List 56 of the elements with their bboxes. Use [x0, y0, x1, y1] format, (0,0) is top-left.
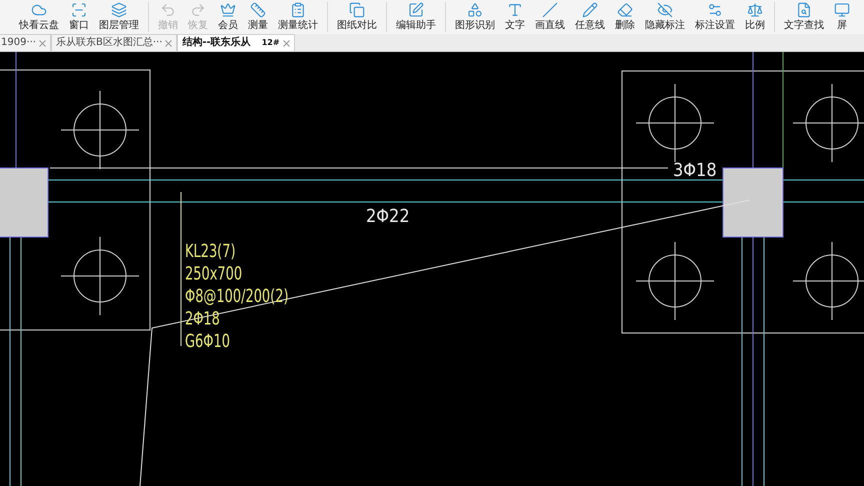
close-icon[interactable]	[282, 40, 290, 46]
toolbar-button[interactable]: 图层管理	[94, 2, 144, 34]
beam-annotation-line: KL23(7)	[185, 240, 236, 262]
document-tab[interactable]: 1909···	[0, 34, 51, 51]
column-block	[0, 168, 48, 238]
settings-icon	[707, 2, 723, 18]
ruler-icon	[250, 2, 266, 18]
toolbar-button[interactable]: 编辑助手	[391, 2, 441, 34]
tab-number: 12#	[262, 38, 280, 48]
tab-label: 结构--联东乐从	[182, 37, 251, 49]
toolbar-button[interactable]: 屏	[829, 2, 855, 34]
toolbar-button[interactable]: 比例	[740, 2, 770, 34]
monitor-icon	[834, 2, 850, 18]
crown-icon	[220, 2, 236, 18]
toolbar-button[interactable]: 标注设置	[690, 2, 740, 34]
toolbar-button[interactable]: 窗口	[64, 2, 94, 34]
toolbar-button[interactable]: 测量	[243, 2, 273, 34]
shapes-icon	[467, 2, 483, 18]
beam-annotation-line: G6Φ10	[185, 330, 230, 352]
document-tab[interactable]: 乐从联东B区水图汇总···	[51, 34, 178, 51]
pen-square-icon	[408, 2, 424, 18]
copy-icon	[349, 2, 365, 18]
pencil-icon	[582, 2, 598, 18]
layers-icon	[111, 2, 127, 18]
beam-annotation-line: Φ8@100/200(2)	[185, 284, 289, 307]
clipboard-icon	[290, 2, 306, 18]
toolbar-button[interactable]: 任意线	[570, 2, 610, 34]
scale-icon	[747, 2, 763, 18]
toolbar-button[interactable]: 图纸对比	[332, 2, 382, 34]
scan-icon	[71, 2, 87, 18]
toolbar-button[interactable]: 测量统计	[273, 2, 323, 34]
toolbar-button[interactable]: 文字查找	[779, 2, 829, 34]
rebar-label: 2Φ22	[366, 206, 410, 227]
close-icon[interactable]	[39, 40, 46, 46]
file-search-icon	[796, 2, 812, 18]
toolbar-button[interactable]: 快看云盘	[14, 2, 64, 34]
text-icon	[507, 2, 523, 18]
tab-label: 乐从联东B区水图汇总···	[56, 37, 162, 49]
redo-icon	[190, 2, 206, 18]
rebar-label: 3Φ18	[673, 160, 717, 181]
toolbar-button[interactable]: 文字	[500, 2, 530, 34]
close-icon[interactable]	[165, 40, 172, 46]
eye-off-icon	[657, 2, 673, 18]
eraser-icon	[617, 2, 633, 18]
column-block	[722, 168, 784, 238]
toolbar-button[interactable]: 隐藏标注	[640, 2, 690, 34]
document-tab[interactable]: 结构--联东乐从 12#	[177, 34, 295, 51]
beam-annotation-line: 250x700	[185, 262, 242, 284]
toolbar-button[interactable]: 画直线	[530, 2, 570, 34]
undo-icon	[160, 2, 176, 18]
toolbar-button[interactable]: 删除	[610, 2, 640, 34]
toolbar-button[interactable]: 图形识别	[450, 2, 500, 34]
line-icon	[542, 2, 558, 18]
tab-label: 1909···	[1, 37, 36, 49]
toolbar-button[interactable]: 会员	[213, 2, 243, 34]
cloud-icon	[31, 2, 47, 18]
